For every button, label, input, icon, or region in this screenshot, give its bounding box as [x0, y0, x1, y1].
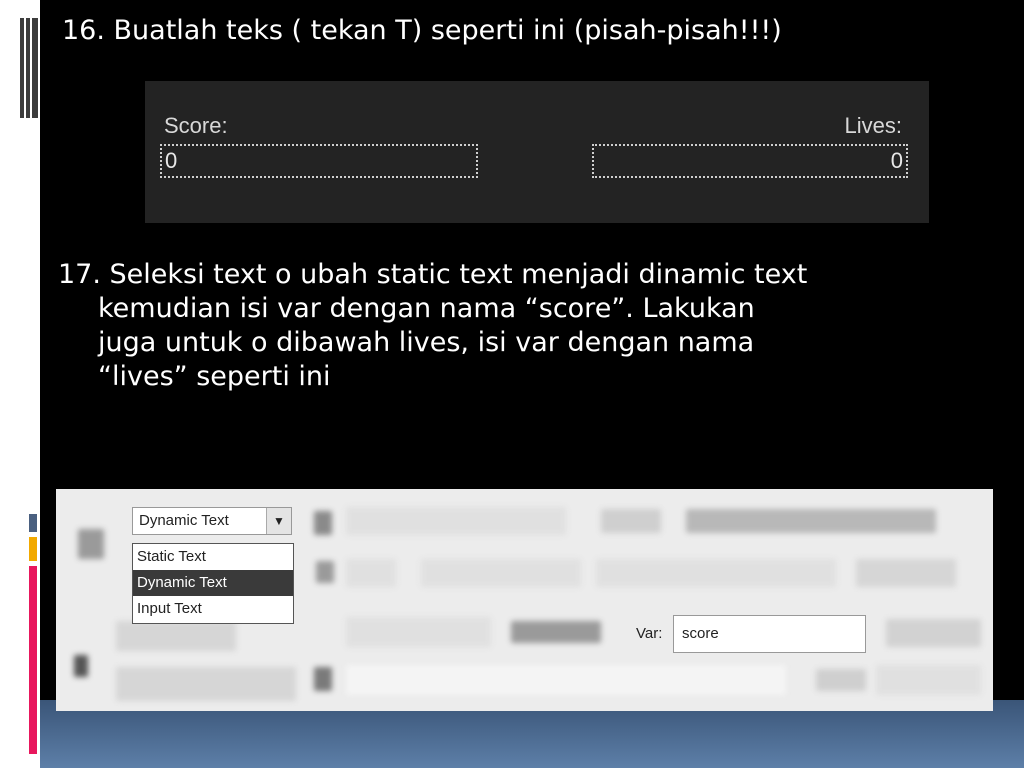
properties-panel: Dynamic Text ▼ Static Text Dynamic Text … — [56, 489, 993, 711]
step-17-heading: 17. Seleksi text o ubah static text menj… — [58, 258, 1018, 394]
deco-stripe-pink — [29, 566, 37, 754]
step-16-heading: 16. Buatlah teks ( tekan T) seperti ini … — [62, 15, 782, 46]
step-17-line-4: “lives” seperti ini — [98, 361, 331, 392]
lives-value: 0 — [890, 148, 903, 173]
step-17-line-1: 17. Seleksi text o ubah static text menj… — [58, 259, 808, 290]
lives-text-field[interactable]: 0 — [592, 144, 908, 178]
score-lives-panel: Score: 0 Lives: 0 — [145, 81, 929, 223]
lives-label: Lives: — [844, 113, 902, 138]
var-label: Var: — [636, 625, 663, 642]
score-label: Score: — [164, 113, 228, 138]
chevron-down-icon[interactable]: ▼ — [266, 508, 291, 534]
deco-stripe-slate — [29, 514, 37, 532]
option-dynamic-text[interactable]: Dynamic Text — [133, 570, 293, 596]
step-17-line-3: juga untuk o dibawah lives, isi var deng… — [98, 327, 755, 358]
text-type-select[interactable]: Dynamic Text ▼ — [132, 507, 292, 535]
step-17-line-2: kemudian isi var dengan nama “score”. La… — [98, 293, 755, 324]
deco-stripe-top-2 — [26, 18, 30, 118]
deco-stripe-top-3 — [32, 18, 38, 118]
var-value: score — [682, 625, 719, 642]
text-type-dropdown: Static Text Dynamic Text Input Text — [132, 543, 294, 624]
var-input[interactable]: score — [673, 615, 866, 653]
deco-stripe-top-1 — [20, 18, 24, 118]
option-input-text[interactable]: Input Text — [133, 596, 293, 622]
text-type-selected: Dynamic Text — [139, 512, 229, 529]
option-static-text[interactable]: Static Text — [133, 544, 293, 570]
score-text-field[interactable]: 0 — [160, 144, 478, 178]
deco-stripe-orange — [29, 537, 37, 561]
score-value: 0 — [165, 148, 178, 173]
